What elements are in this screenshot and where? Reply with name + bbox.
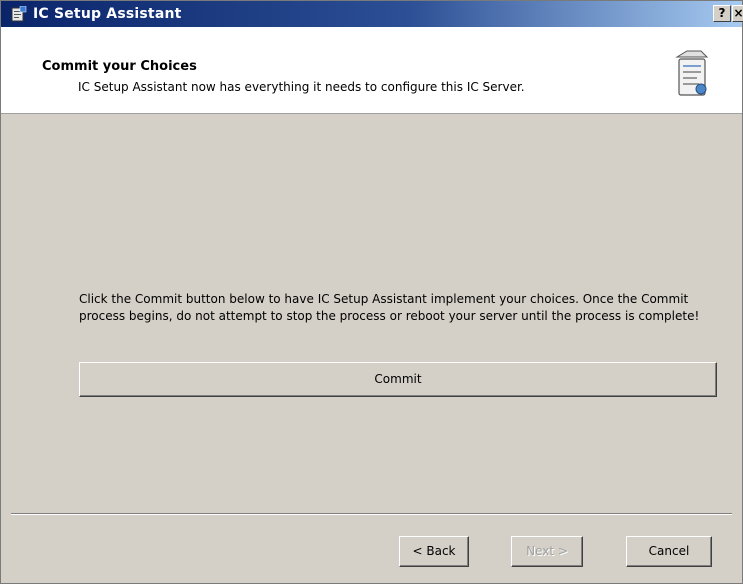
help-button[interactable]: ? [713, 5, 731, 22]
setup-wizard-icon [675, 50, 709, 96]
setup-assistant-icon [11, 6, 27, 22]
title-bar[interactable]: IC Setup Assistant ? × [1, 1, 743, 27]
wizard-content: Click the Commit button below to have IC… [1, 114, 742, 514]
wizard-header: Commit your Choices IC Setup Assistant n… [1, 27, 742, 114]
window-title: IC Setup Assistant [33, 6, 182, 22]
next-button: Next > [511, 536, 583, 567]
page-title: Commit your Choices [42, 59, 197, 74]
commit-button[interactable]: Commit [79, 362, 717, 397]
close-button[interactable]: × [732, 5, 743, 22]
page-description: IC Setup Assistant now has everything it… [78, 80, 525, 94]
commit-instructions: Click the Commit button below to have IC… [79, 292, 700, 323]
cancel-button[interactable]: Cancel [626, 536, 712, 567]
back-button[interactable]: < Back [399, 536, 469, 567]
footer-divider [11, 513, 732, 515]
setup-assistant-window: IC Setup Assistant ? × Commit your Choic… [0, 0, 743, 584]
